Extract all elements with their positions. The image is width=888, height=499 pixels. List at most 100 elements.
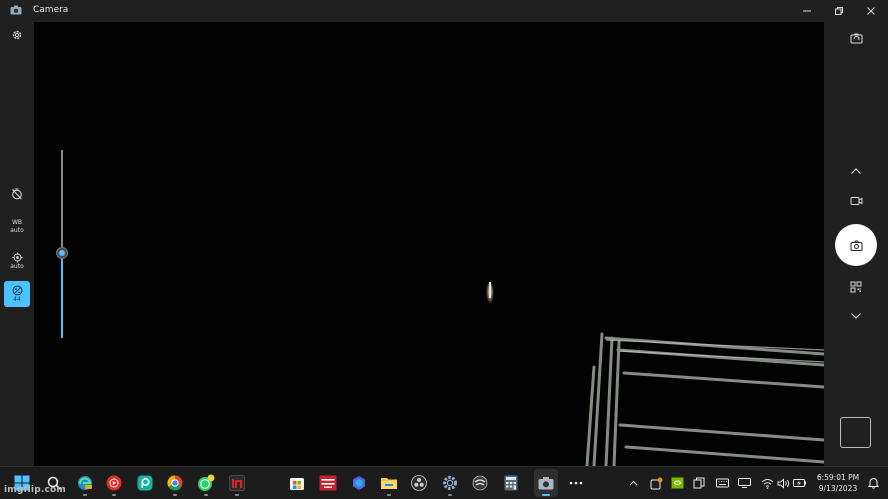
focus-icon: [11, 251, 23, 263]
active-indicator: [542, 494, 550, 496]
window-title: Camera: [33, 5, 69, 15]
taskbar-app-recorder[interactable]: [228, 474, 246, 492]
keyboard-icon: [715, 478, 729, 488]
taskbar-app-edge[interactable]: [76, 474, 94, 492]
edge-icon: [78, 476, 92, 490]
task-view-icon: [693, 477, 705, 489]
tray-app-nvidia[interactable]: [670, 476, 684, 490]
calculator-icon: [504, 475, 518, 491]
last-capture-thumbnail[interactable]: [840, 417, 871, 448]
tray-overflow-button[interactable]: [626, 476, 640, 490]
taskbar-app-obs[interactable]: [410, 474, 428, 492]
minimize-button[interactable]: [796, 3, 818, 19]
voice-meter-icon: [319, 475, 337, 491]
tray-keyboard[interactable]: [715, 476, 729, 490]
tray-wifi[interactable]: [760, 476, 774, 490]
wifi-icon: [761, 478, 773, 489]
exposure-icon: [12, 285, 22, 295]
folder-icon: [381, 478, 397, 489]
focus-button[interactable]: auto: [4, 250, 30, 272]
expand-down-button[interactable]: [846, 306, 866, 326]
exposure-slider-fill: [61, 253, 63, 338]
screen-recorder-icon: [229, 475, 245, 491]
restore-button[interactable]: [828, 3, 850, 19]
obs-icon: [411, 475, 427, 491]
store-icon: [290, 478, 304, 490]
running-indicator: [448, 494, 452, 496]
taskbar-app-whatsapp[interactable]: [197, 474, 215, 492]
whatsapp-icon: [198, 474, 215, 491]
display-icon: [737, 478, 751, 488]
restore-icon: [835, 7, 843, 15]
chevron-up-icon: [851, 168, 861, 174]
camera-app-icon: [10, 5, 22, 15]
timer-off-icon: [12, 188, 22, 200]
qr-code-icon: [850, 281, 862, 293]
chevron-up-icon: [629, 480, 637, 486]
settings-button[interactable]: [4, 28, 30, 42]
exposure-value: 44: [13, 295, 21, 303]
collapse-up-button[interactable]: [846, 161, 866, 181]
tray-volume[interactable]: [776, 476, 790, 490]
qr-scan-button[interactable]: [846, 277, 866, 297]
wb-value: auto: [10, 227, 24, 234]
gear-icon: [12, 30, 22, 40]
taskbar-app-youtube-music[interactable]: [105, 474, 123, 492]
nvidia-icon: [671, 477, 683, 489]
taskbar-more-button[interactable]: [567, 474, 585, 492]
camera-preview: [34, 22, 824, 466]
tray-task-view[interactable]: [692, 476, 706, 490]
running-indicator: [235, 494, 239, 496]
taskbar-app-copilot[interactable]: [350, 474, 368, 492]
preview-scene: [486, 280, 824, 466]
switch-camera-button[interactable]: [846, 28, 866, 48]
youtube-music-icon: [106, 475, 122, 491]
taskbar-app-file-explorer[interactable]: [380, 474, 398, 492]
taskbar: 6:59:01 PM 9/13/2023: [0, 466, 888, 499]
clock-time: 6:59:01 PM: [816, 473, 860, 482]
taskbar-app-voice-meter[interactable]: [319, 474, 337, 492]
running-indicator: [83, 494, 87, 496]
title-bar: Camera: [0, 0, 888, 22]
taskbar-app-network[interactable]: [471, 474, 489, 492]
copilot-icon: [353, 476, 365, 490]
take-photo-button[interactable]: [835, 224, 877, 266]
taskbar-app-camera[interactable]: [537, 474, 555, 492]
video-mode-button[interactable]: [846, 191, 866, 211]
wb-label: WB: [11, 219, 23, 226]
clock-date: 9/13/2023: [818, 484, 858, 493]
switch-camera-icon: [850, 33, 862, 44]
exposure-slider-track[interactable]: [61, 150, 63, 254]
taskbar-clock[interactable]: 6:59:01 PM 9/13/2023: [812, 472, 864, 494]
white-balance-button[interactable]: WB auto: [4, 218, 30, 236]
taskbar-app-settings[interactable]: [441, 474, 459, 492]
video-icon: [850, 197, 862, 205]
picsart-icon: [137, 475, 153, 491]
tray-battery[interactable]: [793, 476, 807, 490]
running-indicator: [173, 494, 177, 496]
chevron-down-icon: [851, 313, 861, 319]
running-indicator: [387, 494, 391, 496]
battery-charging-icon: [793, 479, 806, 487]
exposure-button[interactable]: 44: [4, 281, 30, 307]
taskbar-app-store[interactable]: [288, 474, 306, 492]
timer-button[interactable]: [4, 186, 30, 202]
taskbar-app-picsart[interactable]: [136, 474, 154, 492]
volume-icon: [777, 477, 789, 489]
imgflip-watermark: imgflip.com: [4, 485, 66, 495]
tray-display[interactable]: [737, 476, 751, 490]
network-tool-icon: [472, 475, 488, 491]
chrome-icon: [167, 475, 183, 491]
taskbar-app-chrome[interactable]: [166, 474, 184, 492]
camera-shutter-icon: [850, 240, 862, 251]
notification-button[interactable]: [866, 476, 880, 490]
close-button[interactable]: [860, 3, 882, 19]
focus-value: auto: [10, 262, 24, 270]
minimize-icon: [803, 10, 811, 12]
taskbar-app-calculator[interactable]: [502, 474, 520, 492]
running-indicator: [112, 494, 116, 496]
running-indicator: [204, 494, 208, 496]
camera-icon: [538, 477, 554, 490]
tray-app-1[interactable]: [649, 476, 663, 490]
tray-app-icon: [650, 477, 662, 489]
